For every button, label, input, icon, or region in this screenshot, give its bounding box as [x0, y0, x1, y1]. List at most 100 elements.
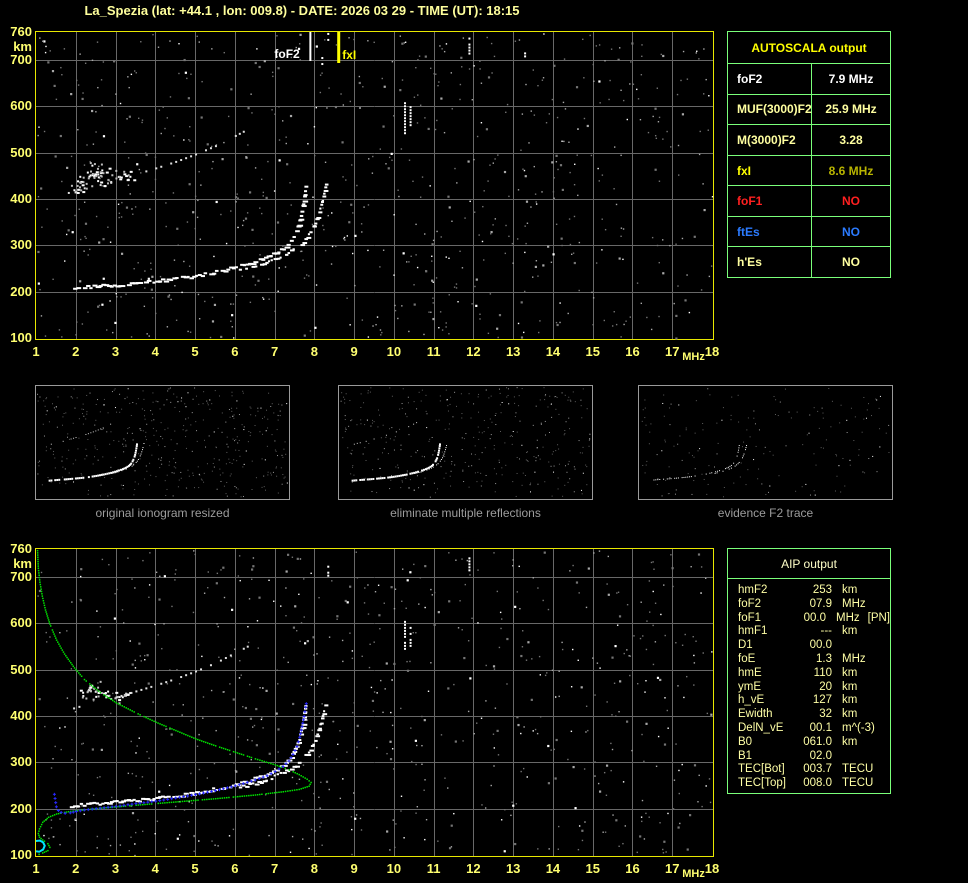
x-tick-label: 5: [191, 344, 199, 359]
y-tick-label: 300: [10, 237, 32, 253]
aip-row-value: 061.0: [803, 735, 832, 748]
aip-row-label: B0: [738, 735, 753, 748]
autoscala-row-label: foF2: [728, 64, 812, 94]
aip-table-rows: hmF2 253 km foF2 07.9 MHz foF1 00.0 MHz [PN] hmF1-…: [728, 579, 890, 791]
aip-row-value: 00.1: [809, 721, 832, 734]
foF2-marker-label: foF2: [274, 47, 300, 61]
y-tick-label: 700: [10, 51, 32, 67]
aip-row: hmF1 --- km: [738, 625, 890, 639]
autoscala-row-label: M(3000)F2: [728, 125, 812, 155]
aip-output-table: AIP output hmF2 253 km foF2 07.9 MHz foF1 00.0 M…: [727, 548, 891, 794]
x-tick-label: 4: [151, 344, 159, 359]
autoscala-row: foF2 7.9 MHz: [728, 64, 890, 95]
aip-row-label: foE: [738, 652, 756, 665]
aip-row-label: DelN_vE: [738, 721, 784, 734]
autoscala-row: foF1 NO: [728, 186, 890, 217]
aip-row-note: [PN]: [867, 611, 890, 624]
ionogram-top-plot: [35, 31, 714, 340]
x-tick-label: 14: [545, 344, 561, 359]
autoscala-row: ftEs NO: [728, 216, 890, 248]
aip-row-value: 02.0: [809, 749, 832, 762]
x-tick-label: 16: [625, 344, 640, 359]
y-tick-label: 300: [10, 754, 32, 770]
aip-row: foF2 07.9 MHz: [738, 598, 890, 612]
x-tick-label: 12: [466, 861, 481, 876]
x-tick-label: 11: [426, 861, 441, 876]
x-tick-label: 13: [505, 861, 521, 876]
aip-row-label: D1: [738, 639, 753, 652]
y-tick-label: 500: [10, 144, 32, 160]
aip-row: Ewidth 32 km: [738, 708, 890, 722]
autoscala-row-value: 7.9 MHz: [828, 71, 874, 86]
aip-row-label: h_vE: [738, 694, 765, 707]
autoscala-row: h'Es NO: [728, 247, 890, 278]
autoscala-table-rows: foF2 7.9 MHz MUF(3000)F2 25.9 MHz M(3000)F2 3…: [728, 64, 890, 278]
x-tick-label: 17: [665, 344, 680, 359]
aip-row: TEC[Top] 008.0 TECU: [738, 777, 890, 791]
aip-row-label: B1: [738, 749, 753, 762]
x-tick-label: 16: [625, 861, 640, 876]
autoscala-table-title: AUTOSCALA output: [728, 32, 890, 64]
aip-row-value: 110: [813, 666, 832, 679]
aip-row-unit: km: [842, 625, 858, 638]
x-tick-label: 11: [426, 344, 441, 359]
autoscala-row: MUF(3000)F2 25.9 MHz: [728, 94, 890, 126]
autoscala-row-value: 25.9 MHz: [825, 102, 877, 117]
aip-row: DelN_vE 00.1 m^(-3): [738, 722, 890, 736]
x-tick-label: 12: [466, 344, 481, 359]
aip-row: hmE 110 km: [738, 667, 890, 681]
aip-row-value: 253: [812, 584, 832, 596]
aip-row-label: Ewidth: [738, 708, 773, 721]
aip-row: foE 1.3 MHz: [738, 653, 890, 667]
aip-row-label: foF2: [738, 597, 762, 610]
autoscala-row-value: NO: [842, 255, 860, 270]
x-tick-label: 14: [545, 861, 561, 876]
aip-row-value: 07.9: [809, 597, 832, 610]
fxI-marker-label: fxI: [342, 48, 357, 62]
y-tick-label: 600: [10, 98, 32, 114]
aip-row-unit: km: [842, 680, 858, 693]
aip-row-value: 008.0: [803, 777, 832, 790]
x-tick-label: 8: [310, 344, 318, 359]
autoscala-row: fxI 8.6 MHz: [728, 155, 890, 187]
ionogram-bottom-plot: [35, 548, 714, 857]
x-tick-label: 2: [72, 861, 80, 876]
aip-row-label: foF1: [738, 611, 762, 624]
y-tick-label: 200: [10, 800, 32, 816]
y-tick-label: 760: [10, 541, 32, 556]
x-axis-unit-label: MHz: [682, 351, 705, 363]
x-tick-label: 7: [270, 344, 279, 359]
y-tick-label: 400: [10, 190, 32, 206]
autoscala-row-value: NO: [842, 194, 860, 209]
autoscala-row-label: ftEs: [728, 216, 812, 247]
y-tick-label: 100: [10, 330, 32, 345]
aip-row-unit: m^(-3): [842, 721, 875, 734]
aip-row: h_vE 127 km: [738, 694, 890, 708]
y-tick-label: 100: [10, 847, 32, 862]
autoscala-row-label: fxI: [728, 155, 812, 186]
y-tick-label: 700: [10, 568, 32, 584]
aip-row-unit: km: [842, 666, 858, 679]
aip-row-unit: km: [842, 694, 858, 707]
aip-row-unit: MHz: [842, 597, 866, 610]
aip-row-value: 20: [819, 680, 832, 693]
aip-row-value: 1.3: [816, 652, 832, 665]
x-tick-label: 15: [585, 861, 600, 876]
x-tick-label: 4: [151, 861, 159, 876]
autoscala-output-table: AUTOSCALA output foF2 7.9 MHz MUF(3000)F2 2…: [727, 31, 891, 278]
x-tick-label: 6: [231, 344, 239, 359]
aip-row-value: ---: [820, 625, 833, 638]
aip-row: D1 00.0: [738, 639, 890, 653]
thumbnail-evidence-f2-trace: [638, 385, 893, 500]
x-tick-label: 7: [270, 861, 279, 876]
x-tick-label: 3: [111, 344, 120, 359]
y-tick-label: 760: [10, 24, 32, 39]
aip-row: hmF2 253 km: [738, 584, 890, 598]
y-tick-label: 500: [10, 661, 32, 677]
aip-row-value: 00.0: [809, 639, 832, 652]
aip-row-unit: MHz: [842, 652, 866, 665]
aip-row-unit: km: [842, 735, 858, 748]
x-tick-label: 8: [310, 861, 318, 876]
aip-row-label: hmE: [738, 666, 762, 679]
x-tick-label: 9: [350, 344, 358, 359]
